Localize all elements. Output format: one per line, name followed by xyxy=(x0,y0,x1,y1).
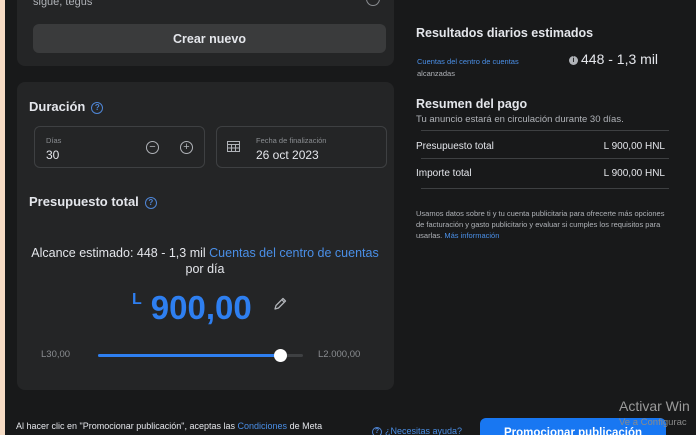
plus-icon[interactable]: + xyxy=(180,141,193,154)
calendar-icon xyxy=(227,141,240,152)
payment-subtitle: Tu anuncio estará en circulación durante… xyxy=(416,114,624,125)
app-frame: sigue, tegus Crear nuevo Duración? Días … xyxy=(5,0,696,435)
end-date-value: 26 oct 2023 xyxy=(256,148,319,162)
footer-suffix: de Meta xyxy=(289,421,323,431)
divider xyxy=(421,130,669,131)
divider xyxy=(421,188,669,189)
slider-max-label: L2.000,00 xyxy=(318,349,361,360)
reach-prefix: Alcance estimado: 448 - 1,3 mil xyxy=(31,246,206,260)
budget-amount[interactable]: L 900,00 xyxy=(132,289,252,327)
footer-prefix: Al hacer clic en "Promocionar publicació… xyxy=(16,421,235,431)
payment-disclaimer: Usamos datos sobre ti y tu cuenta public… xyxy=(416,208,666,241)
footer-terms: Al hacer clic en "Promocionar publicació… xyxy=(16,421,322,431)
amount-value: 900,00 xyxy=(150,289,252,326)
help-icon[interactable]: ? xyxy=(144,196,157,209)
create-new-button[interactable]: Crear nuevo xyxy=(33,24,386,53)
days-label: Días xyxy=(46,136,62,145)
audience-cut-text: sigue, tegus xyxy=(33,0,93,8)
slider-fill xyxy=(98,354,281,357)
budget-title: Presupuesto total xyxy=(29,194,139,209)
total-budget-label: Presupuesto total xyxy=(416,141,494,152)
help-link-text: ¿Necesitas ayuda? xyxy=(385,426,463,435)
end-date-label: Fecha de finalización xyxy=(256,136,327,145)
terms-link[interactable]: Condiciones xyxy=(238,421,288,431)
total-budget-value: L 900,00 HNL xyxy=(603,141,665,152)
budget-slider[interactable] xyxy=(98,349,303,362)
duration-heading: Duración? xyxy=(29,99,104,114)
help-icon[interactable]: ? xyxy=(91,101,104,114)
activation-watermark-sub: Ve a Configurac xyxy=(619,417,687,428)
minus-icon[interactable]: − xyxy=(146,141,159,154)
slider-min-label: L30,00 xyxy=(41,349,71,360)
duration-title: Duración xyxy=(29,99,86,114)
help-icon: ? xyxy=(372,426,382,435)
payment-title: Resumen del pago xyxy=(416,97,528,111)
total-amount-label: Importe total xyxy=(416,168,472,179)
more-info-link[interactable]: Más información xyxy=(444,231,499,240)
info-icon[interactable]: i xyxy=(569,56,578,65)
help-link[interactable]: ? ¿Necesitas ayuda? xyxy=(372,426,462,435)
activation-watermark: Activar Win xyxy=(619,398,690,414)
divider xyxy=(421,158,669,159)
days-value[interactable]: 30 xyxy=(46,148,59,162)
reach-per-day: por día xyxy=(185,262,225,276)
estimated-reach: Alcance estimado: 448 - 1,3 mil Cuentas … xyxy=(25,246,385,260)
results-accounts-link[interactable]: Cuentas del centro de cuentas xyxy=(417,57,519,66)
currency-symbol: L xyxy=(132,291,142,308)
results-accounts-suffix: alcanzadas xyxy=(417,69,455,78)
results-title: Resultados diarios estimados xyxy=(416,26,594,40)
total-amount-value: L 900,00 HNL xyxy=(603,168,665,179)
reach-accounts-link[interactable]: Cuentas del centro de cuentas xyxy=(209,246,379,260)
budget-heading: Presupuesto total? xyxy=(29,194,157,209)
results-range: 448 - 1,3 mil xyxy=(581,51,659,67)
edit-pencil-icon[interactable] xyxy=(272,296,288,312)
